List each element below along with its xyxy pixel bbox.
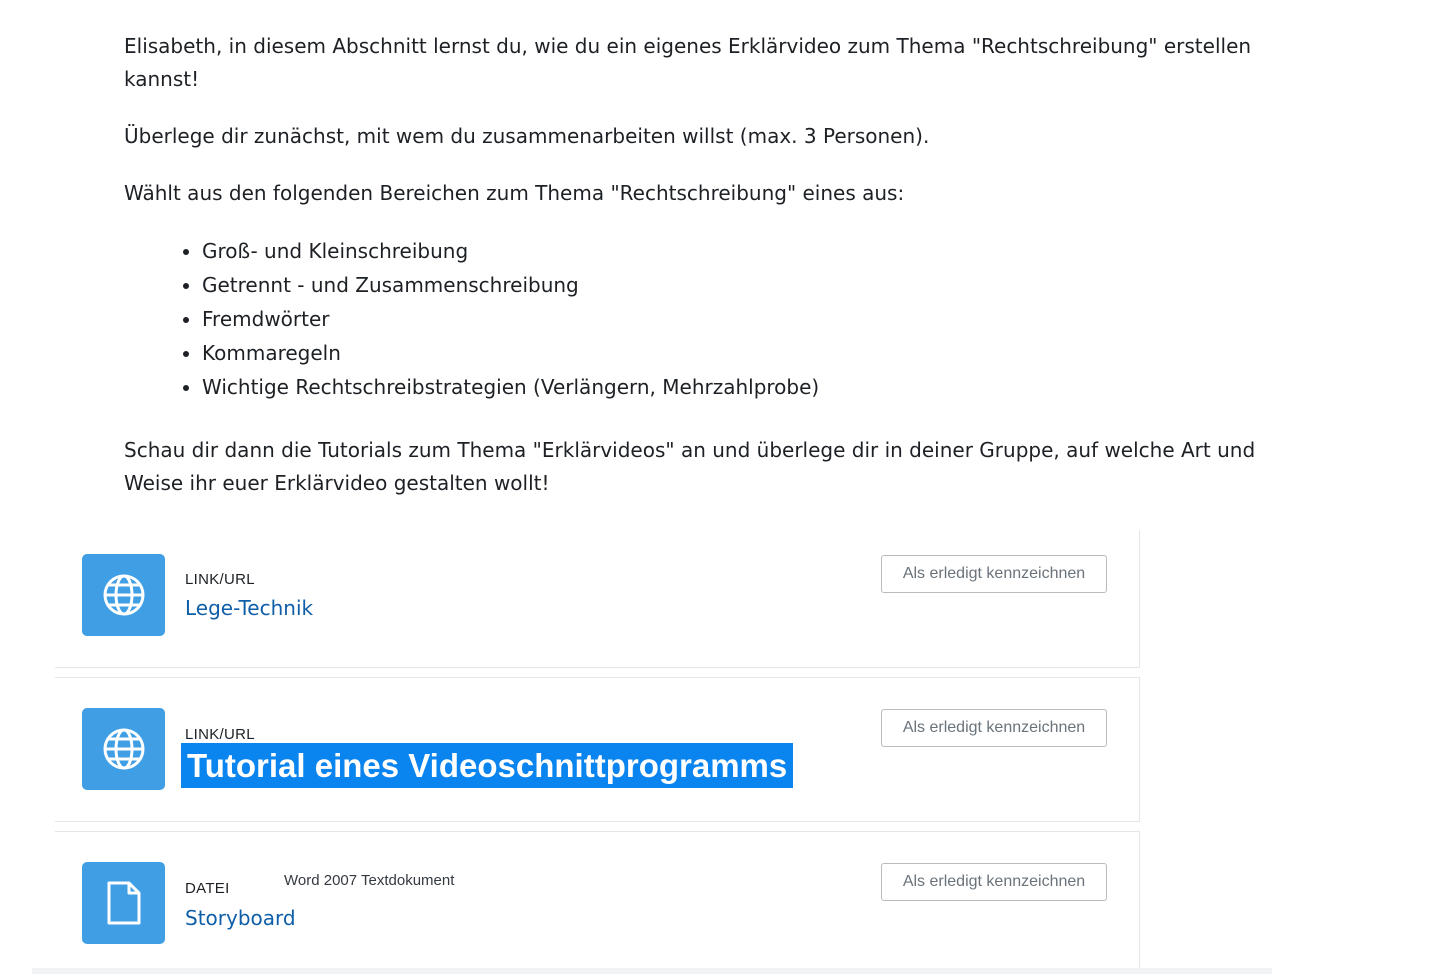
activity-type: LINK/URL: [185, 726, 255, 743]
activity-item: LINK/URL Tutorial eines Videoschnittprog…: [55, 677, 1140, 822]
topic-list: Groß- und Kleinschreibung Getrennt - und…: [124, 234, 1264, 404]
activity-item: LINK/URL Lege-Technik Als erledigt kennz…: [55, 530, 1140, 668]
list-item: Fremdwörter: [202, 302, 1264, 336]
intro-paragraph: Wählt aus den folgenden Bereichen zum Th…: [124, 181, 905, 205]
list-item: Wichtige Rechtschreibstrategien (Verläng…: [202, 370, 1264, 404]
list-item: Groß- und Kleinschreibung: [202, 234, 1264, 268]
activity-item: DATEI Word 2007 Textdokument Storyboard …: [55, 831, 1140, 971]
intro-paragraph: Überlege dir zunächst, mit wem du zusamm…: [124, 124, 930, 148]
activity-link[interactable]: Storyboard: [185, 906, 296, 930]
activity-list: LINK/URL Lege-Technik Als erledigt kennz…: [55, 530, 1140, 980]
intro-paragraph: Elisabeth, in diesem Abschnitt lernst du…: [124, 34, 1252, 91]
mark-done-button[interactable]: Als erledigt kennzeichnen: [881, 709, 1107, 747]
file-icon[interactable]: [82, 862, 165, 944]
list-item: Kommaregeln: [202, 336, 1264, 370]
globe-icon[interactable]: [82, 708, 165, 790]
globe-icon[interactable]: [82, 554, 165, 636]
mark-done-button[interactable]: Als erledigt kennzeichnen: [881, 555, 1107, 593]
section-intro: Elisabeth, in diesem Abschnitt lernst du…: [124, 30, 1264, 524]
activity-type: DATEI: [185, 880, 230, 897]
footer-divider: [32, 968, 1272, 974]
activity-link[interactable]: Lege-Technik: [185, 596, 313, 620]
list-item: Getrennt - und Zusammenschreibung: [202, 268, 1264, 302]
activity-type: LINK/URL: [185, 571, 255, 588]
activity-link[interactable]: Tutorial eines Videoschnittprogramms: [181, 743, 794, 788]
intro-paragraph: Schau dir dann die Tutorials zum Thema "…: [124, 438, 1256, 495]
file-type-label: Word 2007 Textdokument: [284, 872, 455, 889]
mark-done-button[interactable]: Als erledigt kennzeichnen: [881, 863, 1107, 901]
